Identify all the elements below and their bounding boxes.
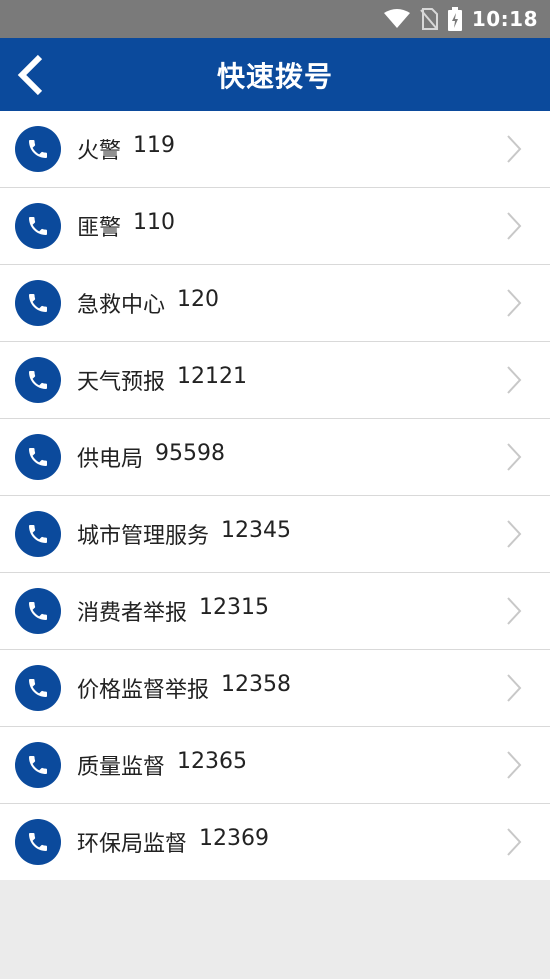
list-item[interactable]: 急救中心 120	[0, 265, 550, 342]
item-text: 消费者举报 12315	[77, 595, 269, 627]
chevron-right-icon	[507, 135, 522, 163]
list-item[interactable]: 消费者举报 12315	[0, 573, 550, 650]
status-time: 10:18	[471, 7, 538, 31]
list-item[interactable]: 价格监督举报 12358	[0, 650, 550, 727]
item-text: 急救中心 120	[77, 287, 219, 319]
item-number: 12369	[199, 826, 270, 851]
chevron-right-icon	[507, 674, 522, 702]
list-item[interactable]: 供电局 95598	[0, 419, 550, 496]
item-number: 119	[133, 133, 176, 158]
speed-dial-list: 火警 119 匪警 110 急救中心 120 天气预报 12121 供电局 95…	[0, 111, 550, 880]
chevron-right-icon	[507, 289, 522, 317]
item-number: 12358	[221, 672, 292, 697]
phone-icon	[15, 665, 61, 711]
page-title: 快速拨号	[216, 59, 333, 93]
list-item[interactable]: 质量监督 12365	[0, 727, 550, 804]
list-item[interactable]: 火警 119	[0, 111, 550, 188]
item-name: 质量监督	[77, 755, 166, 780]
item-number: 12121	[177, 364, 248, 389]
item-name: 消费者举报	[77, 601, 188, 626]
phone-icon	[15, 126, 61, 172]
item-number: 12345	[221, 518, 292, 543]
phone-icon	[15, 434, 61, 480]
item-name: 急救中心	[77, 293, 166, 318]
item-name: 火警	[77, 139, 122, 164]
item-name: 匪警	[77, 216, 122, 241]
phone-icon	[15, 588, 61, 634]
wifi-icon	[383, 9, 410, 28]
chevron-right-icon	[507, 520, 522, 548]
battery-charging-icon	[447, 7, 462, 31]
phone-icon	[15, 280, 61, 326]
item-number: 12365	[177, 749, 248, 774]
item-name: 环保局监督	[77, 832, 188, 857]
chevron-right-icon	[507, 443, 522, 471]
item-text: 城市管理服务 12345	[77, 518, 291, 550]
chevron-right-icon	[507, 828, 522, 856]
item-text: 环保局监督 12369	[77, 826, 269, 858]
item-number: 12315	[199, 595, 270, 620]
phone-icon	[15, 203, 61, 249]
chevron-right-icon	[507, 597, 522, 625]
item-name: 城市管理服务	[77, 524, 210, 549]
item-name: 价格监督举报	[77, 678, 210, 703]
item-number: 120	[177, 287, 220, 312]
back-button[interactable]	[12, 54, 48, 96]
chevron-left-icon	[17, 54, 43, 96]
list-item[interactable]: 匪警 110	[0, 188, 550, 265]
chevron-right-icon	[507, 751, 522, 779]
chevron-right-icon	[507, 212, 522, 240]
phone-icon	[15, 742, 61, 788]
item-text: 匪警 110	[77, 210, 175, 242]
item-text: 价格监督举报 12358	[77, 672, 291, 704]
phone-icon	[15, 511, 61, 557]
no-sim-icon	[420, 8, 438, 30]
item-name: 天气预报	[77, 370, 166, 395]
item-text: 供电局 95598	[77, 441, 225, 473]
status-bar: 10:18	[0, 0, 550, 38]
item-number: 95598	[155, 441, 226, 466]
list-item[interactable]: 天气预报 12121	[0, 342, 550, 419]
chevron-right-icon	[507, 366, 522, 394]
item-text: 火警 119	[77, 133, 175, 165]
item-text: 天气预报 12121	[77, 364, 247, 396]
item-name: 供电局	[77, 447, 144, 472]
item-number: 110	[133, 210, 176, 235]
app-bar: 快速拨号	[0, 38, 550, 111]
list-item[interactable]: 城市管理服务 12345	[0, 496, 550, 573]
phone-icon	[15, 819, 61, 865]
item-text: 质量监督 12365	[77, 749, 247, 781]
phone-icon	[15, 357, 61, 403]
list-item[interactable]: 环保局监督 12369	[0, 804, 550, 880]
